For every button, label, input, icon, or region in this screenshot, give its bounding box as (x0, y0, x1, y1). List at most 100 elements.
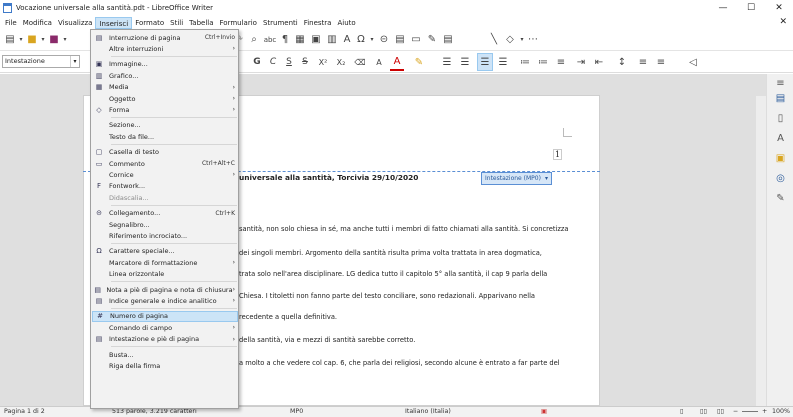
insert-menu-item-segnalibro[interactable]: Segnalibro... (92, 219, 238, 230)
insert-table-icon[interactable]: ▦ (292, 31, 308, 49)
sidebar-menu-icon[interactable]: ≡ (774, 77, 787, 90)
align-left-icon[interactable]: ☰ (440, 53, 454, 71)
underline-button[interactable]: S (282, 53, 296, 71)
indent-icon[interactable]: ⇥ (574, 53, 588, 71)
comment-icon[interactable]: ▭ (408, 31, 424, 49)
footnote-icon[interactable]: ▤ (392, 31, 408, 49)
chevron-down-icon[interactable]: ▾ (518, 31, 526, 49)
formatting-marks-icon[interactable]: ¶ (278, 31, 292, 49)
paragraph-spacing-down-icon[interactable]: ≡ (654, 53, 668, 71)
zoom-slider[interactable] (742, 411, 758, 412)
bold-button[interactable]: G (250, 53, 264, 71)
chevron-down-icon[interactable]: ▾ (545, 173, 548, 184)
single-page-view-icon[interactable]: ▯ (680, 408, 683, 415)
save-icon[interactable]: ■ (47, 31, 61, 49)
minimize-button[interactable]: — (709, 0, 737, 16)
outdent-icon[interactable]: ⇤ (592, 53, 606, 71)
highlighting-icon[interactable]: A (372, 53, 386, 71)
header-style-tag[interactable]: Intestazione (MP0) ▾ (481, 172, 552, 185)
chevron-down-icon[interactable]: ▾ (17, 31, 25, 49)
hyperlink-icon[interactable]: ⊝ (376, 31, 392, 49)
menu-formulario[interactable]: Formulario (217, 17, 260, 29)
close-window-button[interactable]: ✕ (765, 0, 793, 16)
insert-special-character-icon[interactable]: Ω (354, 31, 368, 49)
open-folder-icon[interactable]: ■ (25, 31, 39, 49)
draw-functions-icon[interactable]: ⋯ (526, 31, 540, 49)
insert-menu-item-casella-di-testo[interactable]: ▢ Casella di testo (92, 147, 238, 158)
bullet-list-icon[interactable]: ≔ (518, 53, 532, 71)
insert-menu-item-grafico[interactable]: ▥ Grafico... (92, 70, 238, 81)
navigator-icon[interactable]: ◎ (774, 172, 787, 185)
insert-menu-item-nota-a-piè-di-pagina-e-nota-di-chiusura[interactable]: ▤ Nota a piè di pagina e nota di chiusura… (92, 284, 238, 295)
find-replace-icon[interactable]: ⌕ (246, 31, 262, 49)
status-language[interactable]: Italiano (Italia) (405, 408, 451, 415)
chevron-down-icon[interactable]: ▾ (39, 31, 47, 49)
line-icon[interactable]: ╲ (486, 31, 502, 49)
insert-menu-item-riferimento-incrociato[interactable]: Riferimento incrociato... (92, 230, 238, 241)
strikethrough-button[interactable]: S (298, 53, 312, 71)
menu-tabella[interactable]: Tabella (186, 17, 216, 29)
insert-menu-item-numero-di-pagina[interactable]: # Numero di pagina (92, 310, 238, 322)
menu-strumenti[interactable]: Strumenti (260, 17, 301, 29)
menu-finestra[interactable]: Finestra (301, 17, 335, 29)
outline-icon[interactable]: ≡ (554, 53, 568, 71)
menu-visualizza[interactable]: Visualizza (55, 17, 95, 29)
basic-shapes-icon[interactable]: ◇ (502, 31, 518, 49)
insert-menu-item-busta[interactable]: Busta... (92, 349, 238, 360)
insert-menu-item-indice-generale-e-indice-analitico[interactable]: ▤ Indice generale e indice analitico › (92, 295, 238, 306)
multi-page-view-icon[interactable]: ▯▯ (700, 408, 707, 415)
status-page-count[interactable]: Pagina 1 di 2 (4, 408, 45, 415)
subscript-icon[interactable]: X₂ (334, 53, 348, 71)
insert-menu-item-sezione[interactable]: Sezione... (92, 120, 238, 131)
track-changes-icon[interactable]: ✎ (424, 31, 440, 49)
menu-inserisci[interactable]: Inserisci (95, 16, 133, 29)
menu-stili[interactable]: Stili (167, 17, 186, 29)
chevron-down-icon[interactable]: ▾ (61, 31, 69, 49)
insert-menu-item-marcatore-di-formattazione[interactable]: Marcatore di formattazione › (92, 257, 238, 268)
new-document-icon[interactable]: ▤ (3, 31, 17, 49)
clear-formatting-icon[interactable]: ⌫ (354, 53, 366, 71)
zoom-level[interactable]: 100% (772, 408, 790, 415)
italic-button[interactable]: C (266, 53, 280, 71)
line-spacing-icon[interactable]: ↕ (614, 53, 630, 71)
paragraph-spacing-icon[interactable]: ≡ (636, 53, 650, 71)
manage-changes-icon[interactable]: ✎ (774, 192, 787, 205)
gallery-icon[interactable]: ▣ (774, 152, 787, 165)
status-word-count[interactable]: 513 parole, 3.219 caratteri (112, 408, 197, 415)
maximize-button[interactable]: ☐ (737, 0, 765, 16)
insert-menu-item-intestazione-e-piè-di-pagina[interactable]: ▤ Intestazione e piè di pagina › (92, 334, 238, 345)
insert-menu-item-comando-di-campo[interactable]: Comando di campo › (92, 322, 238, 333)
align-center-icon[interactable]: ☰ (458, 53, 472, 71)
chevron-down-icon[interactable]: ▾ (70, 56, 79, 67)
highlight-color-icon[interactable]: ✎ (412, 53, 426, 71)
insert-menu-item-linea-orizzontale[interactable]: Linea orizzontale (92, 269, 238, 280)
insert-menu-item-commento[interactable]: ▭ Commento Ctrl+Alt+C (92, 158, 238, 169)
vertical-scrollbar[interactable] (756, 96, 766, 406)
zoom-out-icon[interactable]: − (733, 408, 738, 415)
insert-menu-item-altre-interruzioni[interactable]: Altre interruzioni › (92, 43, 238, 54)
header-footer-icon[interactable]: ▤ (440, 31, 456, 49)
rtl-icon[interactable]: ◁ (686, 53, 700, 71)
insert-menu-item-forma[interactable]: ◇ Forma › (92, 104, 238, 115)
superscript-icon[interactable]: X² (316, 53, 330, 71)
insert-chart-icon[interactable]: ▥ (324, 31, 340, 49)
chevron-down-icon[interactable]: ▾ (368, 31, 376, 49)
insert-menu-item-testo-da-file[interactable]: Testo da file... (92, 131, 238, 142)
zoom-in-icon[interactable]: + (762, 408, 767, 415)
insert-menu-item-fontwork[interactable]: F Fontwork... (92, 181, 238, 192)
menu-aiuto[interactable]: Aiuto (334, 17, 358, 29)
properties-icon[interactable]: ▤ (774, 92, 787, 105)
font-color-button[interactable]: A (390, 53, 404, 71)
menu-formato[interactable]: Formato (132, 17, 167, 29)
book-view-icon[interactable]: ▯▯ (717, 408, 724, 415)
insert-menu-item-media[interactable]: ▦ Media › (92, 82, 238, 93)
spellcheck-icon[interactable]: abc (262, 31, 278, 49)
menu-modifica[interactable]: Modifica (20, 17, 55, 29)
paragraph-style-select[interactable]: Intestazione ▾ (2, 55, 80, 68)
insert-textbox-icon[interactable]: A (340, 31, 354, 49)
align-right-icon[interactable]: ☰ (477, 53, 493, 71)
insert-menu-item-riga-della-firma[interactable]: Riga della firma (92, 360, 238, 371)
insert-menu-item-oggetto[interactable]: Oggetto › (92, 93, 238, 104)
page-icon[interactable]: ▯ (774, 112, 787, 125)
menu-file[interactable]: File (2, 17, 20, 29)
